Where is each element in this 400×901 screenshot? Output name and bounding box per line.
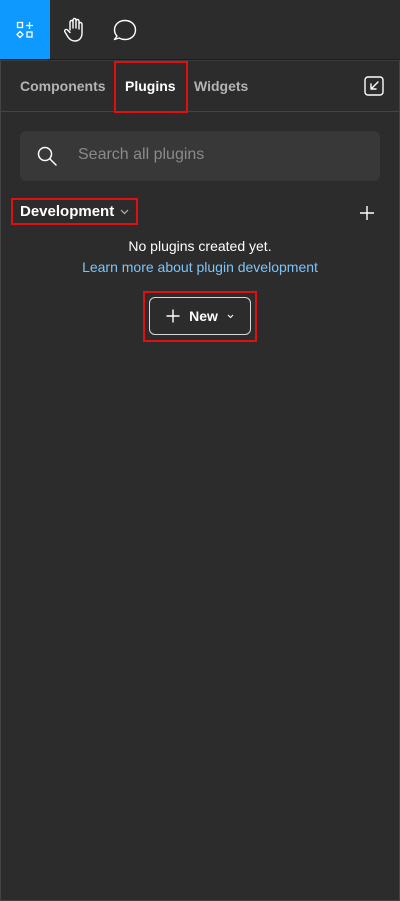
collapse-panel-button[interactable] — [362, 74, 386, 98]
hand-tool-button[interactable] — [50, 0, 100, 59]
tab-widgets[interactable]: Widgets — [194, 78, 248, 94]
comment-tool-button[interactable] — [100, 0, 150, 59]
tab-plugins[interactable]: Plugins — [125, 78, 176, 94]
learn-more-link[interactable]: Learn more about plugin development — [1, 259, 399, 275]
top-toolbar — [0, 0, 400, 60]
collapse-panel-icon — [364, 76, 384, 96]
search-box[interactable] — [20, 131, 380, 181]
new-button-label: New — [189, 308, 218, 324]
plugins-panel: Components Plugins Widgets Development N… — [0, 60, 400, 901]
search-input[interactable] — [76, 145, 370, 165]
plus-icon — [166, 309, 180, 323]
panel-tabs: Components Plugins Widgets — [1, 61, 399, 113]
development-title: Development — [20, 203, 115, 220]
plus-icon — [360, 206, 374, 220]
tab-components[interactable]: Components — [20, 78, 106, 94]
chevron-down-icon — [227, 314, 234, 319]
comment-icon — [113, 19, 137, 40]
add-plugin-button[interactable] — [355, 201, 379, 225]
new-plugin-button[interactable]: New — [149, 297, 251, 335]
search-icon — [37, 146, 57, 166]
assets-tool-button[interactable] — [0, 0, 50, 59]
chevron-down-icon — [120, 209, 129, 215]
assets-icon — [16, 21, 33, 38]
hand-icon — [63, 17, 83, 42]
empty-state-text: No plugins created yet. — [128, 238, 272, 254]
development-section-toggle[interactable]: Development — [20, 203, 129, 220]
